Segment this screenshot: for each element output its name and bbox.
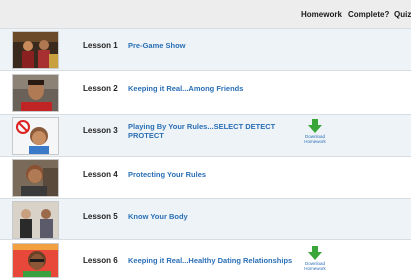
download-homework-label: Download Homework <box>304 261 326 271</box>
table-header: Homework Complete? Quiz <box>0 0 411 28</box>
lesson-5-thumbnail[interactable] <box>12 201 59 239</box>
lesson-6-number: Lesson 6 <box>83 256 118 265</box>
lesson-row-6: Lesson 6 Keeping it Real...Healthy Datin… <box>0 239 411 278</box>
lesson-5-number: Lesson 5 <box>83 212 118 221</box>
lesson-3-thumbnail[interactable] <box>12 117 59 155</box>
lesson-1-title-link[interactable]: Pre-Game Show <box>128 41 293 50</box>
lesson-row-2: Lesson 2 Keeping it Real...Among Friends <box>0 70 411 114</box>
lesson-row-1: Lesson 1 Pre-Game Show <box>0 28 411 70</box>
lesson-row-4: Lesson 4 Protecting Your Rules <box>0 156 411 198</box>
lesson-1-thumbnail[interactable] <box>12 31 59 69</box>
lesson-3-download-homework[interactable]: Download Homework <box>298 119 332 144</box>
lesson-4-thumbnail[interactable] <box>12 159 59 197</box>
lesson-table: Homework Complete? Quiz Lesson 1 Pre-Gam… <box>0 0 411 278</box>
lesson-3-number: Lesson 3 <box>83 126 118 135</box>
lesson-1-number: Lesson 1 <box>83 41 118 50</box>
lesson-4-title-link[interactable]: Protecting Your Rules <box>128 170 293 179</box>
lesson-row-5: Lesson 5 Know Your Body <box>0 198 411 239</box>
lesson-2-number: Lesson 2 <box>83 84 118 93</box>
download-arrow-icon <box>308 246 322 260</box>
lesson-6-title-link[interactable]: Keeping it Real...Healthy Dating Relatio… <box>128 256 293 265</box>
lesson-4-number: Lesson 4 <box>83 170 118 179</box>
lesson-2-thumbnail[interactable] <box>12 74 59 112</box>
lesson-6-thumbnail[interactable] <box>12 243 59 278</box>
lesson-6-download-homework[interactable]: Download Homework <box>298 246 332 271</box>
download-arrow-icon <box>308 119 322 133</box>
header-complete: Complete? <box>348 10 390 19</box>
header-quiz: Quiz <box>394 10 411 19</box>
lesson-5-title-link[interactable]: Know Your Body <box>128 212 293 221</box>
lesson-3-title-link[interactable]: Playing By Your Rules...SELECT DETECT PR… <box>128 122 293 140</box>
lesson-2-title-link[interactable]: Keeping it Real...Among Friends <box>128 84 293 93</box>
download-homework-label: Download Homework <box>304 134 326 144</box>
header-homework: Homework <box>301 10 342 19</box>
lesson-row-3: Lesson 3 Playing By Your Rules...SELECT … <box>0 114 411 156</box>
